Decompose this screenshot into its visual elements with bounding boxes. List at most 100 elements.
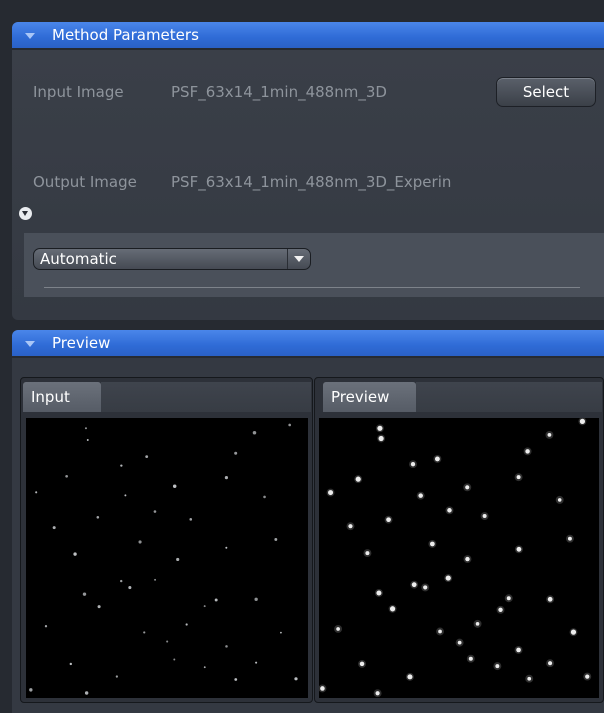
bead-spot (172, 484, 177, 488)
bead-spot (254, 597, 258, 601)
bead-spot (234, 678, 238, 681)
input-image-view[interactable] (26, 418, 308, 698)
method-parameters-title: Method Parameters (52, 26, 199, 44)
bead-spot (214, 598, 218, 602)
expand-circle-icon[interactable] (19, 207, 32, 220)
bead-spot (145, 455, 149, 459)
bead-spot (97, 605, 101, 609)
preview-image (319, 418, 592, 698)
select-button[interactable]: Select (496, 77, 596, 107)
output-image-label: Output Image (33, 173, 137, 191)
bead-spot (143, 631, 146, 634)
tab-preview[interactable]: Preview (323, 382, 416, 412)
mode-dropdown[interactable]: Automatic (33, 248, 311, 270)
bead-glow (546, 595, 555, 604)
bead-glow (421, 583, 430, 592)
preview-title: Preview (52, 334, 111, 352)
method-parameters-header[interactable]: Method Parameters (12, 22, 604, 48)
bead-glow (354, 475, 363, 484)
divider (44, 287, 580, 288)
preview-image-view[interactable] (319, 418, 599, 698)
bead-glow (555, 495, 564, 504)
chevron-down-icon[interactable] (287, 249, 310, 269)
bead-spot (120, 464, 123, 467)
bead-spot (138, 540, 142, 544)
bead-spot (86, 439, 89, 441)
collapse-triangle-icon[interactable] (25, 33, 35, 39)
bead-spot (84, 691, 89, 695)
bead-glow (545, 430, 554, 439)
bead-spot (82, 592, 87, 596)
bead-glow (445, 506, 454, 515)
bead-glow (493, 662, 502, 671)
bead-glow (375, 424, 384, 433)
bead-glow (455, 638, 464, 647)
output-image-value: PSF_63x14_1min_488nm_3D_Experin (171, 173, 452, 191)
collapse-triangle-icon[interactable] (25, 341, 35, 347)
input-image (29, 423, 298, 695)
bead-spot (96, 516, 100, 519)
bead-glow (444, 574, 453, 583)
bead-glow (346, 522, 355, 531)
bead-glow (405, 672, 414, 681)
bead-glow (463, 483, 472, 492)
bead-glow (569, 628, 578, 637)
bead-spot (84, 427, 87, 430)
bead-glow (319, 684, 327, 693)
input-image-label: Input Image (33, 83, 124, 101)
bead-glow (514, 645, 523, 654)
bead-spot (225, 546, 228, 549)
bead-glow (428, 539, 437, 548)
bead-spot (128, 586, 132, 590)
bead-glow (578, 418, 587, 426)
bead-spot (173, 658, 176, 661)
bead-glow (480, 512, 489, 520)
bead-glow (433, 455, 442, 463)
bead-spot (73, 552, 77, 556)
bead-glow (504, 594, 513, 603)
bead-spot (288, 423, 291, 427)
bead-spot (115, 675, 119, 678)
bead-spot (263, 495, 266, 499)
bead-spot (252, 431, 257, 435)
bead-glow (334, 624, 343, 633)
bead-glow (525, 674, 534, 683)
bead-spot (280, 631, 282, 634)
bead-spot (153, 510, 157, 513)
bead-glow (373, 689, 382, 698)
bead-spot (224, 476, 228, 480)
bead-glow (514, 473, 523, 482)
tab-strip (101, 382, 311, 412)
bead-glow (514, 545, 523, 554)
bead-spot (35, 491, 38, 494)
bead-spot (154, 578, 156, 581)
bead-glow (326, 488, 335, 497)
bead-glow (466, 654, 475, 663)
bead-spot (225, 645, 228, 648)
bead-glow (363, 549, 372, 558)
bead-glow (463, 555, 472, 564)
bead-glow (436, 627, 444, 636)
bead-spot (124, 494, 127, 497)
bead-spot (120, 579, 123, 583)
bead-glow (377, 434, 386, 443)
bead-spot (185, 623, 188, 626)
bead-glow (409, 460, 417, 469)
bead-spot (274, 538, 278, 541)
bead-spot (52, 526, 56, 530)
bead-spot (203, 605, 206, 608)
bead-glow (496, 605, 505, 614)
bead-glow (374, 589, 383, 597)
bead-spot (294, 677, 298, 681)
tab-input[interactable]: Input (23, 382, 101, 412)
bead-glow (416, 491, 425, 500)
preview-header[interactable]: Preview (12, 330, 604, 356)
bead-glow (565, 534, 574, 543)
bead-glow (384, 515, 393, 524)
bead-glow (523, 447, 532, 456)
bead-glow (473, 619, 482, 628)
bead-spot (44, 625, 48, 628)
bead-spot (203, 666, 206, 669)
mode-dropdown-value: Automatic (40, 250, 117, 268)
bead-glow (388, 604, 397, 613)
